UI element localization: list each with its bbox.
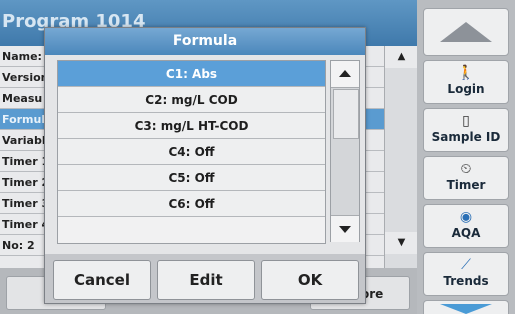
formula-dialog: Formula C1: Abs C2: mg/L COD C3: mg/L HT…: [44, 27, 366, 304]
scroll-up-button[interactable]: [423, 8, 509, 56]
formula-list-scrollbar[interactable]: [330, 60, 360, 242]
program-scroll-down-icon[interactable]: ▼: [385, 232, 418, 254]
scroll-up-arrow-button[interactable]: [331, 61, 359, 88]
sample-id-label: Sample ID: [431, 130, 501, 144]
timer-button[interactable]: ⏲ Timer: [423, 156, 509, 200]
scrollbar-thumb[interactable]: [333, 89, 359, 139]
login-label: Login: [447, 82, 485, 96]
formula-item-c2[interactable]: C2: mg/L COD: [58, 87, 325, 113]
dialog-footer: Cancel Edit OK: [45, 254, 365, 303]
aqa-button[interactable]: ◉ AQA: [423, 204, 509, 248]
down-arrow-icon: [440, 304, 492, 314]
sidebar: 🚶 Login ▯ Sample ID ⏲ Timer ◉ AQA ⟋ Tren…: [417, 0, 515, 314]
formula-item-c6[interactable]: C6: Off: [58, 191, 325, 217]
program-list-scrollbar[interactable]: ▲ ▼: [384, 46, 418, 268]
ok-button[interactable]: OK: [261, 260, 359, 300]
cancel-button[interactable]: Cancel: [53, 260, 151, 300]
clock-icon: ⏲: [460, 161, 472, 177]
aqa-icon: ◉: [459, 209, 473, 225]
formula-item-c4[interactable]: C4: Off: [58, 139, 325, 165]
trends-label: Trends: [443, 274, 489, 288]
timer-label: Timer: [446, 178, 486, 192]
sample-id-button[interactable]: ▯ Sample ID: [423, 108, 509, 152]
trend-chart-icon: ⟋: [461, 257, 471, 273]
sample-vial-icon: ▯: [462, 113, 470, 129]
caret-down-icon: [339, 226, 351, 233]
program-scroll-up-icon[interactable]: ▲: [385, 46, 418, 68]
formula-item-c5[interactable]: C5: Off: [58, 165, 325, 191]
instrument-screen: Program 1014 Name: Version Measu Formul …: [0, 0, 515, 314]
formula-item-c3[interactable]: C3: mg/L HT-COD: [58, 113, 325, 139]
scroll-down-arrow-button[interactable]: [331, 215, 359, 242]
formula-list: C1: Abs C2: mg/L COD C3: mg/L HT-COD C4:…: [57, 60, 326, 244]
aqa-label: AQA: [451, 226, 481, 240]
person-icon: 🚶: [457, 65, 475, 81]
trends-button[interactable]: ⟋ Trends: [423, 252, 509, 296]
scroll-down-button[interactable]: [423, 300, 509, 314]
dialog-title: Formula: [45, 28, 365, 55]
up-arrow-icon: [440, 22, 492, 42]
edit-button[interactable]: Edit: [157, 260, 255, 300]
login-button[interactable]: 🚶 Login: [423, 60, 509, 104]
caret-up-icon: [339, 70, 351, 77]
formula-item-c1[interactable]: C1: Abs: [58, 61, 325, 87]
